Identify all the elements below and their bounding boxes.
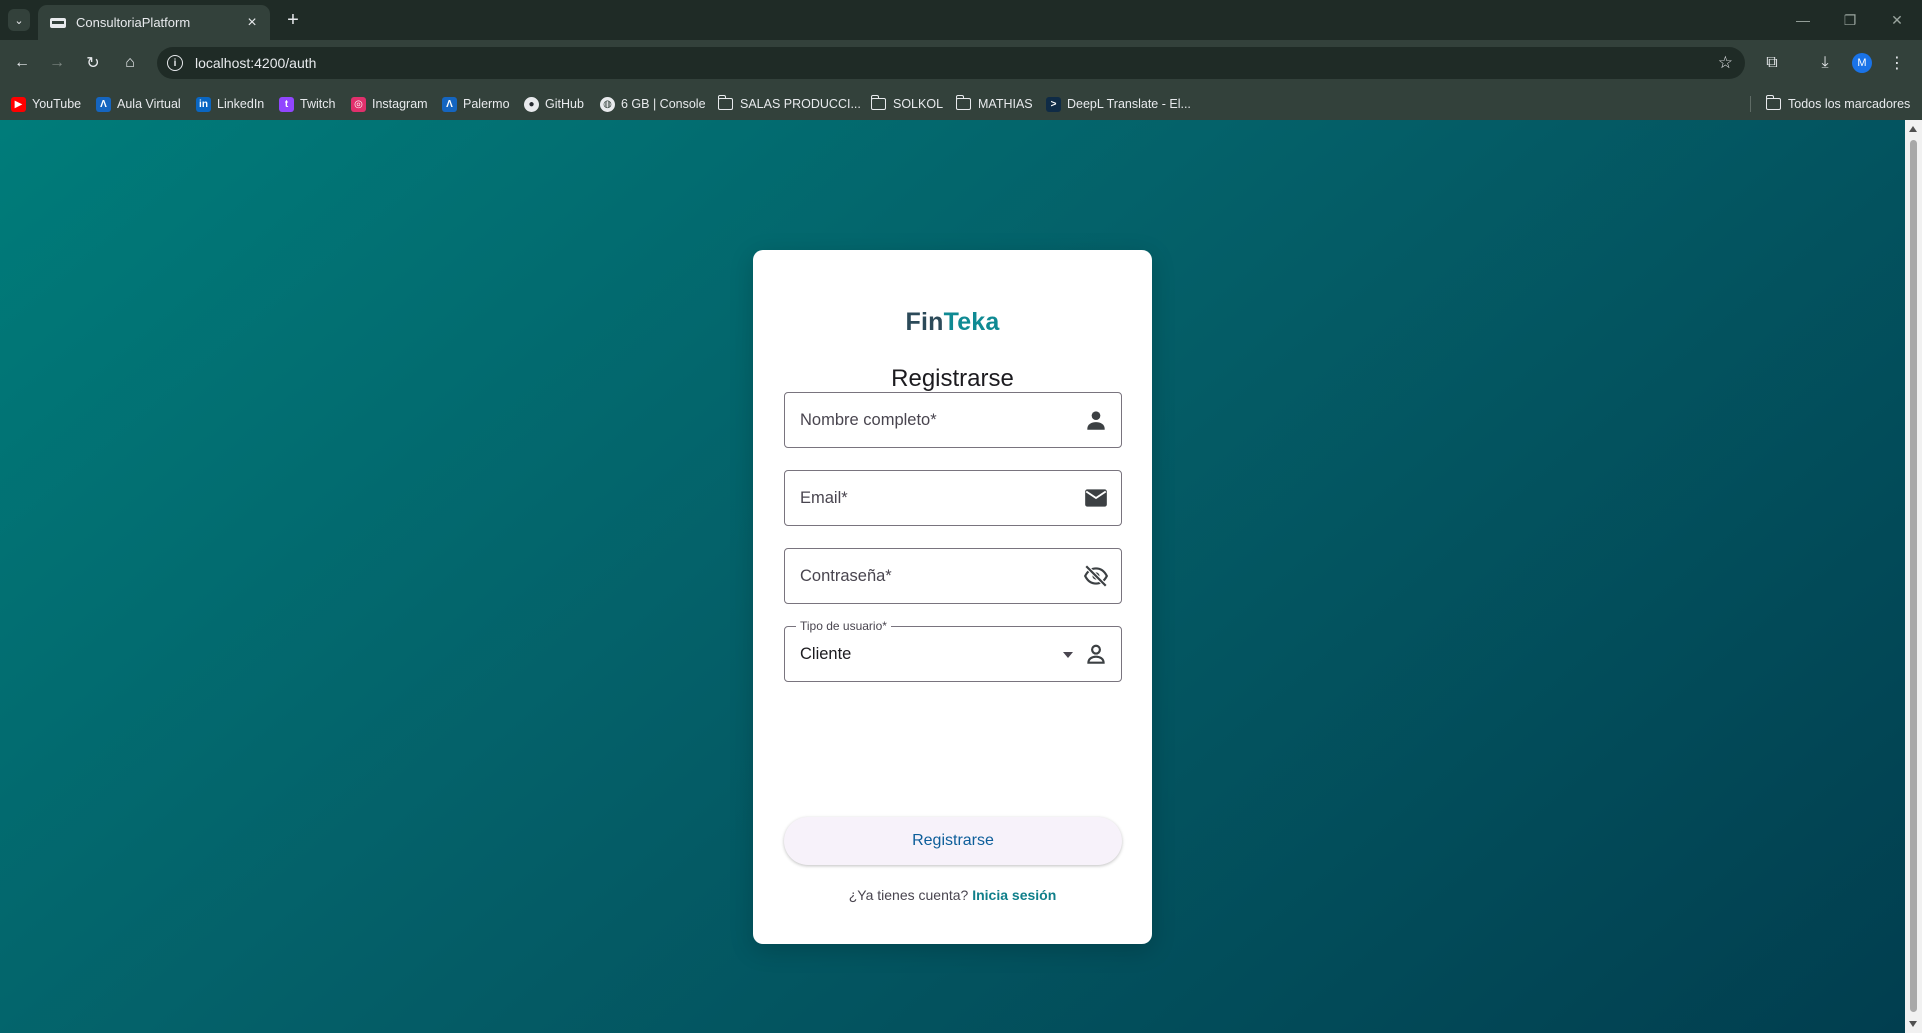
- visibility-off-icon[interactable]: [1083, 563, 1109, 589]
- globe-icon: ◍: [600, 96, 615, 112]
- bookmark-label: LinkedIn: [217, 97, 265, 111]
- page-scrollbar[interactable]: [1905, 120, 1922, 1033]
- bookmark-label: SOLKOL: [893, 97, 944, 111]
- minimize-icon[interactable]: —: [1788, 8, 1818, 32]
- bookmark-label: Aula Virtual: [117, 97, 181, 111]
- tab-strip: ⌄ ConsultoriaPlatform × + — ❐ ✕: [0, 0, 1922, 40]
- email-placeholder: Email*: [800, 489, 848, 507]
- all-bookmarks-label: Todos los marcadores: [1788, 97, 1911, 111]
- address-bar[interactable]: i localhost:4200/auth ☆: [157, 47, 1745, 79]
- bookmark-folder-mathias[interactable]: MATHIAS: [955, 95, 1033, 113]
- bookmark-label: MATHIAS: [978, 97, 1033, 111]
- scrollbar-thumb[interactable]: [1910, 140, 1917, 1012]
- password-placeholder: Contraseña*: [800, 567, 892, 585]
- page-background: FinTeka Registrarse Nombre completo* Ema…: [0, 120, 1905, 1033]
- reload-icon[interactable]: ↻: [81, 51, 105, 75]
- register-card: FinTeka Registrarse Nombre completo* Ema…: [753, 250, 1152, 944]
- all-bookmarks-button[interactable]: Todos los marcadores: [1765, 95, 1911, 113]
- aula-virtual-icon: Λ: [96, 96, 111, 112]
- person-icon: [1083, 407, 1109, 433]
- full-name-placeholder: Nombre completo*: [800, 411, 937, 429]
- downloads-icon[interactable]: ⤓: [1813, 51, 1837, 75]
- folder-icon: [1765, 95, 1781, 110]
- back-icon[interactable]: ←: [10, 51, 34, 75]
- youtube-icon: ▶: [11, 96, 26, 112]
- tab-close-icon[interactable]: ×: [242, 13, 262, 33]
- forward-icon[interactable]: →: [45, 51, 69, 75]
- profile-avatar[interactable]: M: [1852, 53, 1872, 73]
- bookmark-deepl[interactable]: > DeepL Translate - El...: [1046, 95, 1191, 113]
- home-icon[interactable]: ⌂: [118, 51, 142, 75]
- restore-icon[interactable]: ❐: [1835, 8, 1865, 32]
- dropdown-arrow-icon[interactable]: [1063, 652, 1073, 658]
- github-icon: ●: [524, 96, 539, 112]
- folder-icon: [870, 95, 886, 110]
- bookmark-twitch[interactable]: t Twitch: [279, 95, 335, 113]
- linkedin-icon: in: [196, 96, 211, 112]
- bookmark-github[interactable]: ● GitHub: [524, 95, 584, 113]
- bookmark-folder-solkol[interactable]: SOLKOL: [870, 95, 944, 113]
- full-name-field[interactable]: Nombre completo*: [784, 392, 1122, 448]
- mail-icon: [1083, 485, 1109, 511]
- scroll-down-icon[interactable]: [1909, 1021, 1917, 1027]
- register-button[interactable]: Registrarse: [784, 817, 1122, 865]
- logo-teka-text: Teka: [943, 308, 1000, 336]
- login-link[interactable]: Inicia sesión: [972, 887, 1056, 903]
- bookmark-label: Instagram: [372, 97, 428, 111]
- scroll-up-icon[interactable]: [1909, 126, 1917, 132]
- extensions-icon[interactable]: ⧉: [1760, 51, 1784, 75]
- bookmark-aula-virtual[interactable]: Λ Aula Virtual: [96, 95, 181, 113]
- login-prompt-text: ¿Ya tienes cuenta?: [848, 887, 969, 903]
- folder-icon: [955, 95, 971, 110]
- bookmark-star-icon[interactable]: ☆: [1718, 53, 1733, 73]
- folder-icon: [717, 95, 733, 110]
- instagram-icon: ◎: [351, 96, 366, 112]
- bookmark-label: SALAS PRODUCCI...: [740, 97, 861, 111]
- tab-active[interactable]: ConsultoriaPlatform ×: [38, 5, 270, 40]
- bookmark-label: Twitch: [300, 97, 336, 111]
- bookmark-label: 6 GB | Console: [621, 97, 706, 111]
- new-tab-button[interactable]: +: [281, 8, 305, 32]
- tab-favicon-icon: [50, 17, 66, 28]
- user-type-label: Tipo de usuario*: [796, 619, 891, 633]
- bookmarks-divider: [1750, 96, 1751, 112]
- browser-toolbar: ← → ↻ ⌂ i localhost:4200/auth ☆ ⧉ ⤓ M ⋮: [0, 40, 1922, 86]
- bookmark-youtube[interactable]: ▶ YouTube: [11, 95, 81, 113]
- close-window-icon[interactable]: ✕: [1882, 8, 1912, 32]
- finteka-logo: FinTeka: [753, 308, 1152, 337]
- bookmark-folder-salas[interactable]: SALAS PRODUCCI...: [717, 95, 861, 113]
- user-type-value: Cliente: [800, 645, 852, 663]
- bookmark-instagram[interactable]: ◎ Instagram: [351, 95, 428, 113]
- email-field[interactable]: Email*: [784, 470, 1122, 526]
- user-type-select[interactable]: Tipo de usuario* Cliente: [784, 619, 1122, 682]
- password-field[interactable]: Contraseña*: [784, 548, 1122, 604]
- bookmark-console[interactable]: ◍ 6 GB | Console: [600, 95, 706, 113]
- bookmark-palermo[interactable]: Λ Palermo: [442, 95, 510, 113]
- page-title: Registrarse: [891, 365, 1014, 392]
- bookmark-linkedin[interactable]: in LinkedIn: [196, 95, 264, 113]
- site-info-icon[interactable]: i: [167, 55, 183, 71]
- bookmark-label: GitHub: [545, 97, 584, 111]
- tab-title: ConsultoriaPlatform: [76, 15, 191, 30]
- bookmark-label: YouTube: [32, 97, 82, 111]
- bookmark-label: Palermo: [463, 97, 510, 111]
- deepl-icon: >: [1046, 96, 1061, 112]
- palermo-icon: Λ: [442, 96, 457, 112]
- bookmarks-bar: ▶ YouTube Λ Aula Virtual in LinkedIn t T…: [0, 86, 1922, 120]
- tab-search-button[interactable]: ⌄: [8, 9, 30, 31]
- twitch-icon: t: [279, 96, 294, 112]
- url-text[interactable]: localhost:4200/auth: [195, 55, 1718, 71]
- logo-fin-text: Fin: [905, 308, 944, 336]
- person-outline-icon: [1083, 641, 1109, 667]
- login-prompt: ¿Ya tienes cuenta? Inicia sesión: [753, 887, 1152, 903]
- bookmark-label: DeepL Translate - El...: [1067, 97, 1191, 111]
- menu-kebab-icon[interactable]: ⋮: [1885, 51, 1909, 75]
